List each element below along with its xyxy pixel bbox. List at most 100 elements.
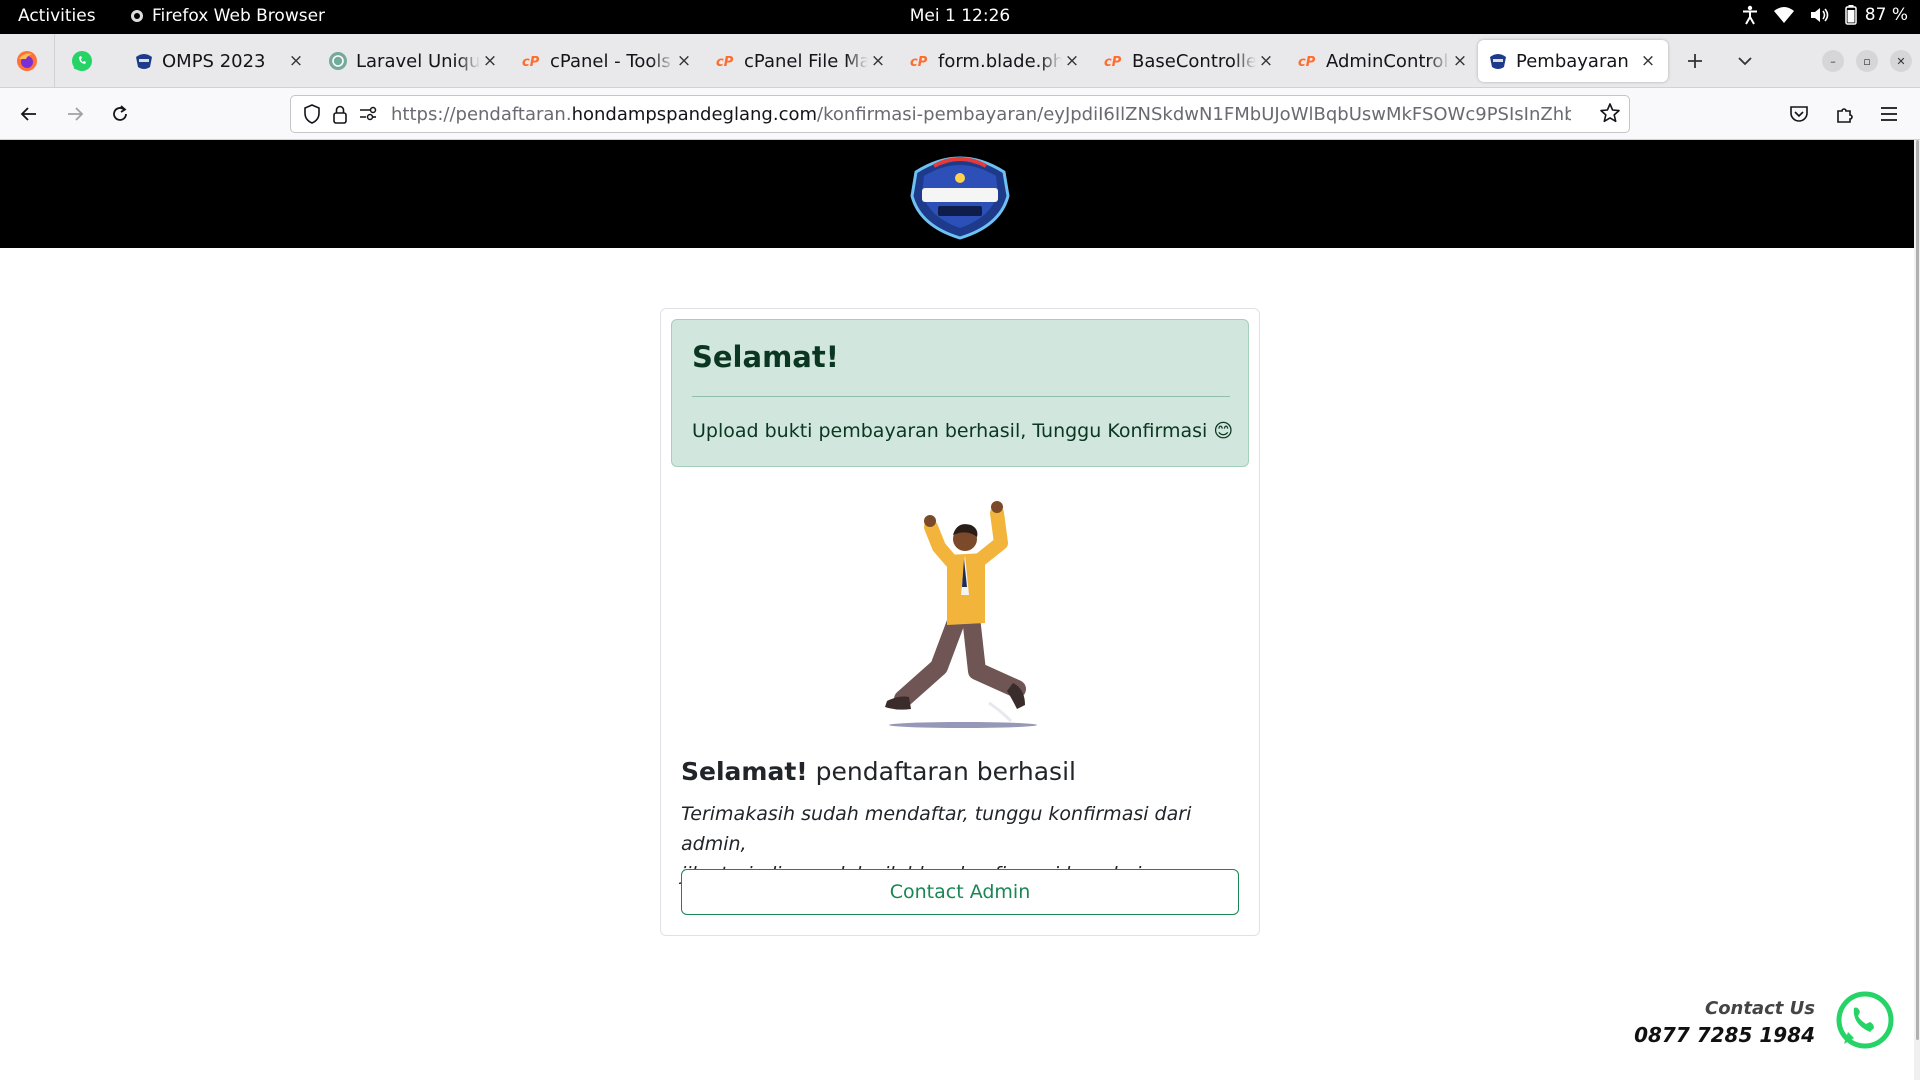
- arrow-right-icon: [68, 107, 84, 121]
- tab-base-controller[interactable]: cP BaseController ×: [1094, 40, 1286, 82]
- success-description-line-1: Terimakasih sudah mendaftar, tunggu konf…: [681, 803, 1192, 855]
- page-scrollbar[interactable]: [1914, 140, 1920, 1080]
- system-tray[interactable]: 87 %: [1741, 5, 1908, 25]
- tab-title: AdminController: [1326, 50, 1450, 72]
- back-button[interactable]: [14, 99, 44, 129]
- url-prefix: https://pendaftaran.: [391, 103, 572, 125]
- firefox-icon: [17, 51, 37, 71]
- alert-heading: Selamat!: [692, 340, 839, 374]
- close-tab-icon[interactable]: ×: [1062, 51, 1082, 71]
- contact-phone-number: 0877 7285 1984: [1634, 1023, 1815, 1047]
- hamburger-menu-icon: [1881, 107, 1897, 121]
- close-tab-icon[interactable]: ×: [1256, 51, 1276, 71]
- svg-text:cP: cP: [522, 55, 540, 68]
- pocket-icon: [1790, 106, 1808, 122]
- tab-form-blade[interactable]: cP form.blade.php ×: [900, 40, 1092, 82]
- restore-icon: ▫: [1863, 54, 1871, 68]
- tab-laravel-unique[interactable]: Laravel Unique ×: [318, 40, 510, 82]
- clock[interactable]: Mei 1 12:26: [910, 6, 1010, 26]
- cpanel-icon: cP: [716, 51, 736, 71]
- page-permissions-icon[interactable]: [355, 101, 381, 127]
- contact-us-block: Contact Us 0877 7285 1984: [1634, 998, 1815, 1047]
- pinned-tab-firefox[interactable]: [0, 34, 54, 88]
- minimize-icon: –: [1830, 54, 1836, 68]
- tab-admin-controller[interactable]: cP AdminController ×: [1288, 40, 1480, 82]
- system-top-bar: Activities Firefox Web Browser Mei 1 12:…: [0, 0, 1920, 34]
- omps-logo-icon: [1488, 51, 1508, 71]
- maximize-window-button[interactable]: ▫: [1856, 50, 1878, 72]
- close-tab-icon[interactable]: ×: [1450, 51, 1470, 71]
- svg-text:cP: cP: [910, 55, 928, 68]
- accessibility-icon[interactable]: [1741, 5, 1759, 25]
- svg-text:cP: cP: [1298, 55, 1316, 68]
- cpanel-icon: cP: [910, 51, 930, 71]
- tab-pembayaran[interactable]: Pembayaran ×: [1478, 40, 1668, 82]
- success-title: Selamat! pendaftaran berhasil: [681, 757, 1076, 786]
- url-domain: hondampspandeglang.com: [571, 103, 818, 125]
- close-tab-icon[interactable]: ×: [1638, 51, 1658, 71]
- tab-title: BaseController: [1132, 50, 1256, 72]
- extensions-button[interactable]: [1830, 99, 1860, 129]
- tracking-protection-shield-icon[interactable]: [299, 101, 325, 127]
- plus-icon: [1688, 54, 1702, 68]
- pinned-tab-whatsapp[interactable]: [54, 34, 108, 88]
- alert-divider: [692, 396, 1230, 397]
- tab-strip: OMPS 2023 × Laravel Unique × cP cPanel -…: [0, 34, 1920, 88]
- app-name-label: Firefox Web Browser: [152, 6, 326, 26]
- tab-title: cPanel - Tools: [550, 50, 671, 72]
- activities-button[interactable]: Activities: [18, 6, 96, 26]
- tab-title: OMPS 2023: [162, 50, 266, 72]
- new-tab-button[interactable]: [1680, 46, 1710, 76]
- navigation-toolbar: https://pendaftaran.hondampspandeglang.c…: [0, 88, 1920, 140]
- success-title-rest: pendaftaran berhasil: [807, 757, 1076, 786]
- whatsapp-icon: [71, 51, 92, 71]
- url-path: /konfirmasi-pembayaran/eyJpdiI6IlZNSkdwN…: [817, 103, 1571, 125]
- forward-button[interactable]: [60, 99, 90, 129]
- url-text[interactable]: https://pendaftaran.hondampspandeglang.c…: [391, 104, 1571, 125]
- reload-button[interactable]: [105, 99, 135, 129]
- tab-title: cPanel File Manager: [744, 50, 868, 72]
- svg-text:cP: cP: [1104, 55, 1122, 68]
- firefox-small-icon: [130, 9, 144, 23]
- minimize-window-button[interactable]: –: [1822, 50, 1844, 72]
- whatsapp-icon: [1836, 991, 1894, 1049]
- close-tab-icon[interactable]: ×: [674, 51, 694, 71]
- tab-cpanel-tools[interactable]: cP cPanel - Tools ×: [512, 40, 704, 82]
- close-tab-icon[interactable]: ×: [868, 51, 888, 71]
- bookmark-star-icon[interactable]: [1599, 102, 1621, 124]
- tab-title: form.blade.php: [938, 50, 1062, 72]
- puzzle-icon: [1837, 108, 1853, 123]
- url-bar[interactable]: https://pendaftaran.hondampspandeglang.c…: [290, 95, 1630, 133]
- chevron-down-icon: [1738, 57, 1752, 66]
- success-alert: Selamat! Upload bukti pembayaran berhasi…: [671, 319, 1249, 467]
- app-menu[interactable]: Firefox Web Browser: [130, 6, 325, 26]
- battery-icon[interactable]: [1845, 5, 1857, 25]
- tab-omps-2023[interactable]: OMPS 2023 ×: [124, 40, 316, 82]
- close-tab-icon[interactable]: ×: [286, 51, 306, 71]
- arrow-left-icon: [20, 107, 36, 121]
- success-title-bold: Selamat!: [681, 757, 808, 786]
- scrollbar-thumb[interactable]: [1916, 140, 1919, 1040]
- lock-icon[interactable]: [327, 101, 353, 127]
- site-header: [0, 140, 1920, 248]
- whatsapp-floating-button[interactable]: [1834, 990, 1896, 1052]
- battery-percentage: 87 %: [1864, 5, 1908, 25]
- close-window-button[interactable]: ✕: [1890, 50, 1912, 72]
- alert-message: Upload bukti pembayaran berhasil, Tunggu…: [692, 420, 1234, 442]
- list-all-tabs-button[interactable]: [1730, 46, 1760, 76]
- svg-text:cP: cP: [716, 55, 734, 68]
- cpanel-icon: cP: [1298, 51, 1318, 71]
- volume-icon[interactable]: [1809, 6, 1831, 24]
- close-icon: ✕: [1896, 54, 1906, 68]
- confirmation-card: Selamat! Upload bukti pembayaran berhasi…: [660, 308, 1260, 936]
- close-tab-icon[interactable]: ×: [480, 51, 500, 71]
- tab-title: Laravel Unique: [356, 50, 480, 72]
- motocross-2023-logo[interactable]: [904, 148, 1016, 240]
- contact-admin-button[interactable]: Contact Admin: [681, 869, 1239, 915]
- cpanel-icon: cP: [1104, 51, 1124, 71]
- app-menu-button[interactable]: [1874, 99, 1904, 129]
- pocket-button[interactable]: [1784, 99, 1814, 129]
- tab-cpanel-file-manager[interactable]: cP cPanel File Manager ×: [706, 40, 898, 82]
- wifi-icon[interactable]: [1773, 6, 1795, 24]
- celebrating-person-illustration: [861, 499, 1061, 735]
